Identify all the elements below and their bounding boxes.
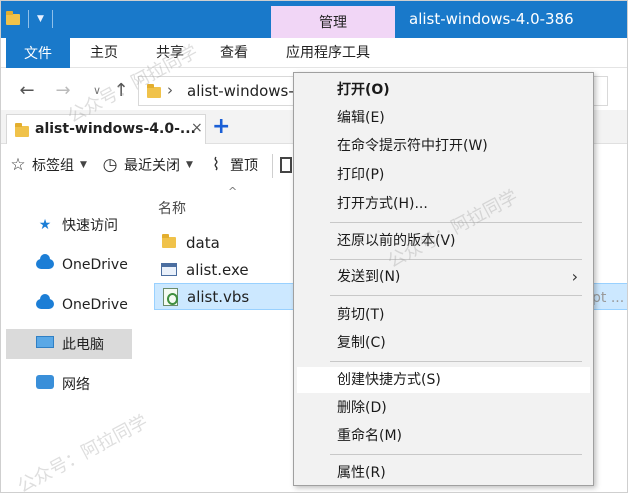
title-bar: ▼ 管理 alist-windows-4.0-386	[0, 0, 628, 38]
tab-application-tools[interactable]: 应用程序工具	[286, 38, 370, 68]
paperclip-icon: ⌇	[211, 155, 221, 175]
menu-item-properties[interactable]: 属性(R)	[297, 460, 590, 486]
pin-label: 置顶	[230, 158, 258, 174]
tab-view[interactable]: 查看	[220, 38, 248, 68]
toolbar-divider	[272, 154, 273, 178]
toolbar-divider	[28, 10, 29, 28]
folder-icon	[15, 123, 29, 137]
network-icon	[34, 375, 56, 393]
sidebar-item-onedrive[interactable]: OneDrive	[6, 290, 132, 320]
cloud-icon	[34, 254, 56, 273]
breadcrumb-chevron-icon[interactable]: ›	[167, 81, 173, 99]
menu-divider	[330, 361, 582, 362]
computer-icon	[34, 336, 56, 352]
folder-tab-label: alist-windows-4.0-...	[35, 121, 196, 137]
file-name: alist.vbs	[187, 287, 250, 306]
context-menu: 打开(O) 编辑(E) 在命令提示符中打开(W) 打印(P) 打开方式(H)..…	[293, 72, 594, 486]
tab-home[interactable]: 主页	[90, 38, 118, 68]
close-icon[interactable]: ×	[191, 120, 203, 136]
menu-divider	[330, 259, 582, 260]
file-type-cell: pt ...	[592, 290, 625, 306]
chevron-right-icon: ›	[571, 267, 578, 286]
menu-item-send-to[interactable]: 发送到(N) ›	[297, 264, 590, 290]
chevron-down-icon[interactable]: ▼	[37, 14, 44, 24]
bookmarks-label: 标签组	[32, 158, 74, 174]
new-tab-button[interactable]: +	[212, 114, 230, 140]
menu-item-copy[interactable]: 复制(C)	[297, 330, 590, 356]
menu-item-open-in-cmd[interactable]: 在命令提示符中打开(W)	[297, 133, 590, 159]
folder-icon	[160, 234, 178, 248]
window-title: alist-windows-4.0-386	[409, 10, 574, 28]
menu-item-edit[interactable]: 编辑(E)	[297, 105, 590, 131]
sidebar-item-label: 快速访问	[62, 218, 118, 234]
toolbar-divider	[51, 10, 53, 28]
folder-icon[interactable]	[6, 10, 20, 25]
file-name: alist.exe	[186, 260, 249, 279]
sidebar-item-label: OneDrive	[62, 297, 128, 313]
chevron-down-icon: ▼	[80, 160, 87, 170]
menu-item-create-shortcut[interactable]: 创建快捷方式(S)	[297, 367, 590, 393]
ribbon-tabs: 文件 主页 共享 查看 应用程序工具	[0, 38, 628, 68]
sidebar-item-label: 网络	[62, 377, 90, 393]
chevron-down-icon: ▼	[186, 160, 193, 170]
column-header-name[interactable]: 名称	[158, 198, 186, 218]
exe-icon	[160, 263, 178, 276]
folder-icon	[147, 84, 161, 98]
sidebar-item-label: OneDrive	[62, 257, 128, 273]
sidebar-item-this-pc[interactable]: 此电脑	[6, 329, 132, 359]
sort-ascending-icon: ^	[228, 185, 238, 198]
recently-closed-button[interactable]: ◷ 最近关闭 ▼	[100, 153, 193, 177]
back-arrow-icon[interactable]: ←	[16, 78, 38, 104]
vbs-script-icon	[161, 287, 179, 306]
menu-item-open-with[interactable]: 打开方式(H)...	[297, 191, 590, 217]
cloud-icon	[34, 294, 56, 313]
sidebar-item-quick-access[interactable]: ★ 快速访问	[6, 210, 132, 240]
tab-file[interactable]: 文件	[6, 38, 70, 68]
star-icon: ★	[38, 217, 52, 233]
sidebar-item-network[interactable]: 网络	[6, 369, 132, 399]
sidebar-item-onedrive[interactable]: OneDrive	[6, 250, 132, 280]
clock-icon: ◷	[102, 155, 118, 175]
sidebar-item-label: 此电脑	[62, 337, 104, 353]
folder-tab[interactable]: alist-windows-4.0-... ×	[6, 114, 206, 144]
tab-manage[interactable]: 管理	[271, 6, 395, 38]
menu-item-delete[interactable]: 删除(D)	[297, 395, 590, 421]
layout-icon[interactable]	[280, 157, 292, 173]
star-icon: ☆	[10, 155, 26, 175]
menu-item-rename[interactable]: 重命名(M)	[297, 423, 590, 449]
pin-button[interactable]: ⌇ 置顶	[206, 153, 258, 177]
menu-divider	[330, 295, 582, 296]
menu-item-cut[interactable]: 剪切(T)	[297, 302, 590, 328]
recently-closed-label: 最近关闭	[124, 158, 180, 174]
menu-divider	[330, 454, 582, 455]
menu-item-open[interactable]: 打开(O)	[297, 77, 590, 103]
menu-item-label: 发送到(N)	[337, 269, 401, 285]
bookmarks-button[interactable]: ☆ 标签组 ▼	[8, 153, 87, 177]
menu-item-print[interactable]: 打印(P)	[297, 162, 590, 188]
file-name: data	[186, 233, 220, 252]
quick-access-toolbar: ▼	[6, 0, 53, 38]
